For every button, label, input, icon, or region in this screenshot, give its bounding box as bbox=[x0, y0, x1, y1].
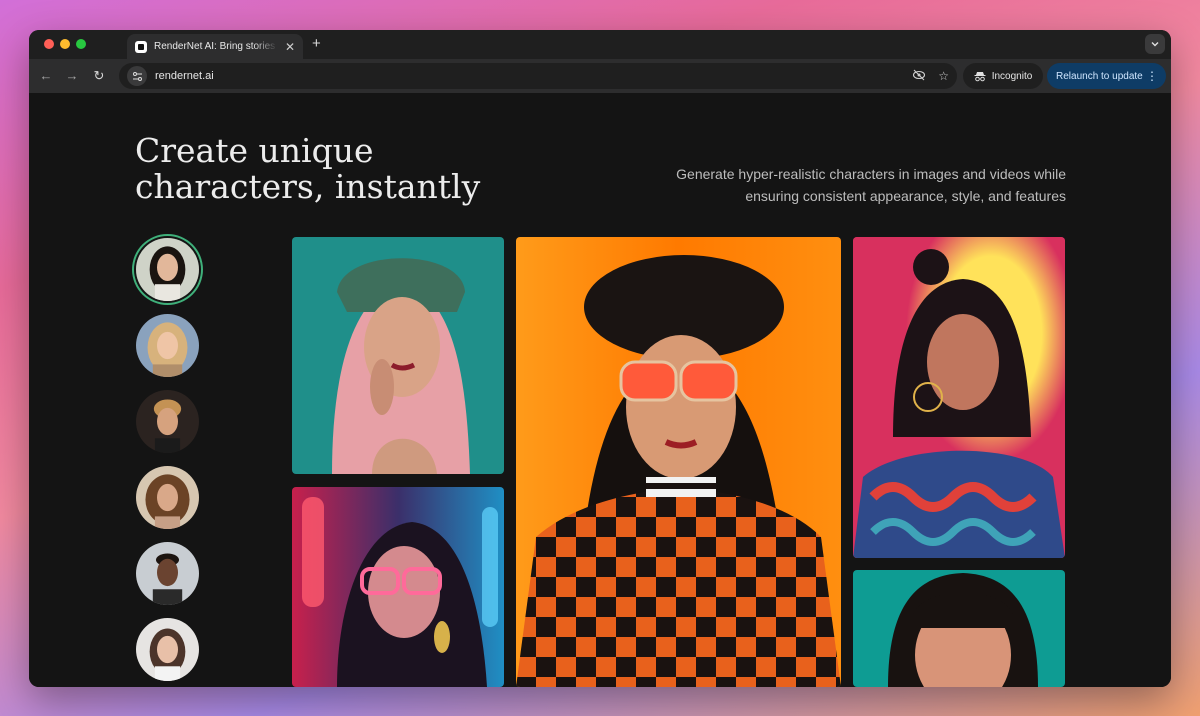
relaunch-button[interactable]: Relaunch to update ⋮ bbox=[1047, 63, 1166, 89]
forward-arrow-icon[interactable]: → bbox=[63, 67, 81, 85]
browser-toolbar: ← → ↻ rendernet.ai ☆ Incognito Relaunch … bbox=[29, 59, 1171, 93]
gallery-image-sun-halo-sweater[interactable] bbox=[853, 237, 1065, 558]
hero-headline: Create unique characters, instantly bbox=[135, 131, 481, 206]
eye-off-icon[interactable] bbox=[912, 69, 926, 84]
maximize-window-button[interactable] bbox=[76, 39, 86, 49]
avatar-3[interactable] bbox=[136, 390, 199, 453]
tab-title: RenderNet AI: Bring stories alive bbox=[154, 41, 278, 52]
address-bar[interactable]: rendernet.ai ☆ bbox=[119, 63, 957, 89]
incognito-indicator[interactable]: Incognito bbox=[963, 63, 1043, 89]
rendernet-favicon-icon bbox=[135, 40, 147, 53]
avatar-4[interactable] bbox=[136, 466, 199, 529]
close-icon[interactable]: ✕ bbox=[285, 41, 295, 53]
close-window-button[interactable] bbox=[44, 39, 54, 49]
reload-icon[interactable]: ↻ bbox=[90, 67, 108, 85]
incognito-label: Incognito bbox=[991, 70, 1033, 82]
new-tab-button[interactable]: + bbox=[312, 36, 321, 52]
minimize-window-button[interactable] bbox=[60, 39, 70, 49]
relaunch-label: Relaunch to update bbox=[1056, 70, 1143, 82]
gallery-image-pink-hair-beanie[interactable] bbox=[292, 237, 504, 474]
avatar-2[interactable] bbox=[136, 314, 199, 377]
gallery-image-checkered-beret[interactable] bbox=[516, 237, 841, 687]
browser-window: RenderNet AI: Bring stories alive ✕ + ← … bbox=[29, 30, 1171, 687]
gallery-image-teal-bangs[interactable] bbox=[853, 570, 1065, 687]
bookmark-star-icon[interactable]: ☆ bbox=[938, 69, 949, 83]
avatar-6[interactable] bbox=[136, 618, 199, 681]
avatar-1[interactable] bbox=[136, 238, 199, 301]
incognito-icon bbox=[974, 71, 986, 81]
url-text[interactable]: rendernet.ai bbox=[155, 70, 900, 82]
hero-subtitle: Generate hyper-realistic characters in i… bbox=[676, 166, 1066, 204]
page-content: Create unique characters, instantly Gene… bbox=[29, 93, 1171, 687]
active-tab[interactable]: RenderNet AI: Bring stories alive ✕ bbox=[127, 34, 303, 59]
site-info-icon[interactable] bbox=[127, 66, 147, 86]
gallery-image-neon-sunglasses[interactable] bbox=[292, 487, 504, 687]
tab-strip: RenderNet AI: Bring stories alive ✕ + bbox=[29, 30, 1171, 59]
chevron-down-icon bbox=[1151, 42, 1159, 47]
avatar-5[interactable] bbox=[136, 542, 199, 605]
kebab-menu-icon[interactable]: ⋮ bbox=[1146, 69, 1158, 83]
back-arrow-icon[interactable]: ← bbox=[37, 67, 55, 85]
tab-search-button[interactable] bbox=[1145, 34, 1165, 54]
